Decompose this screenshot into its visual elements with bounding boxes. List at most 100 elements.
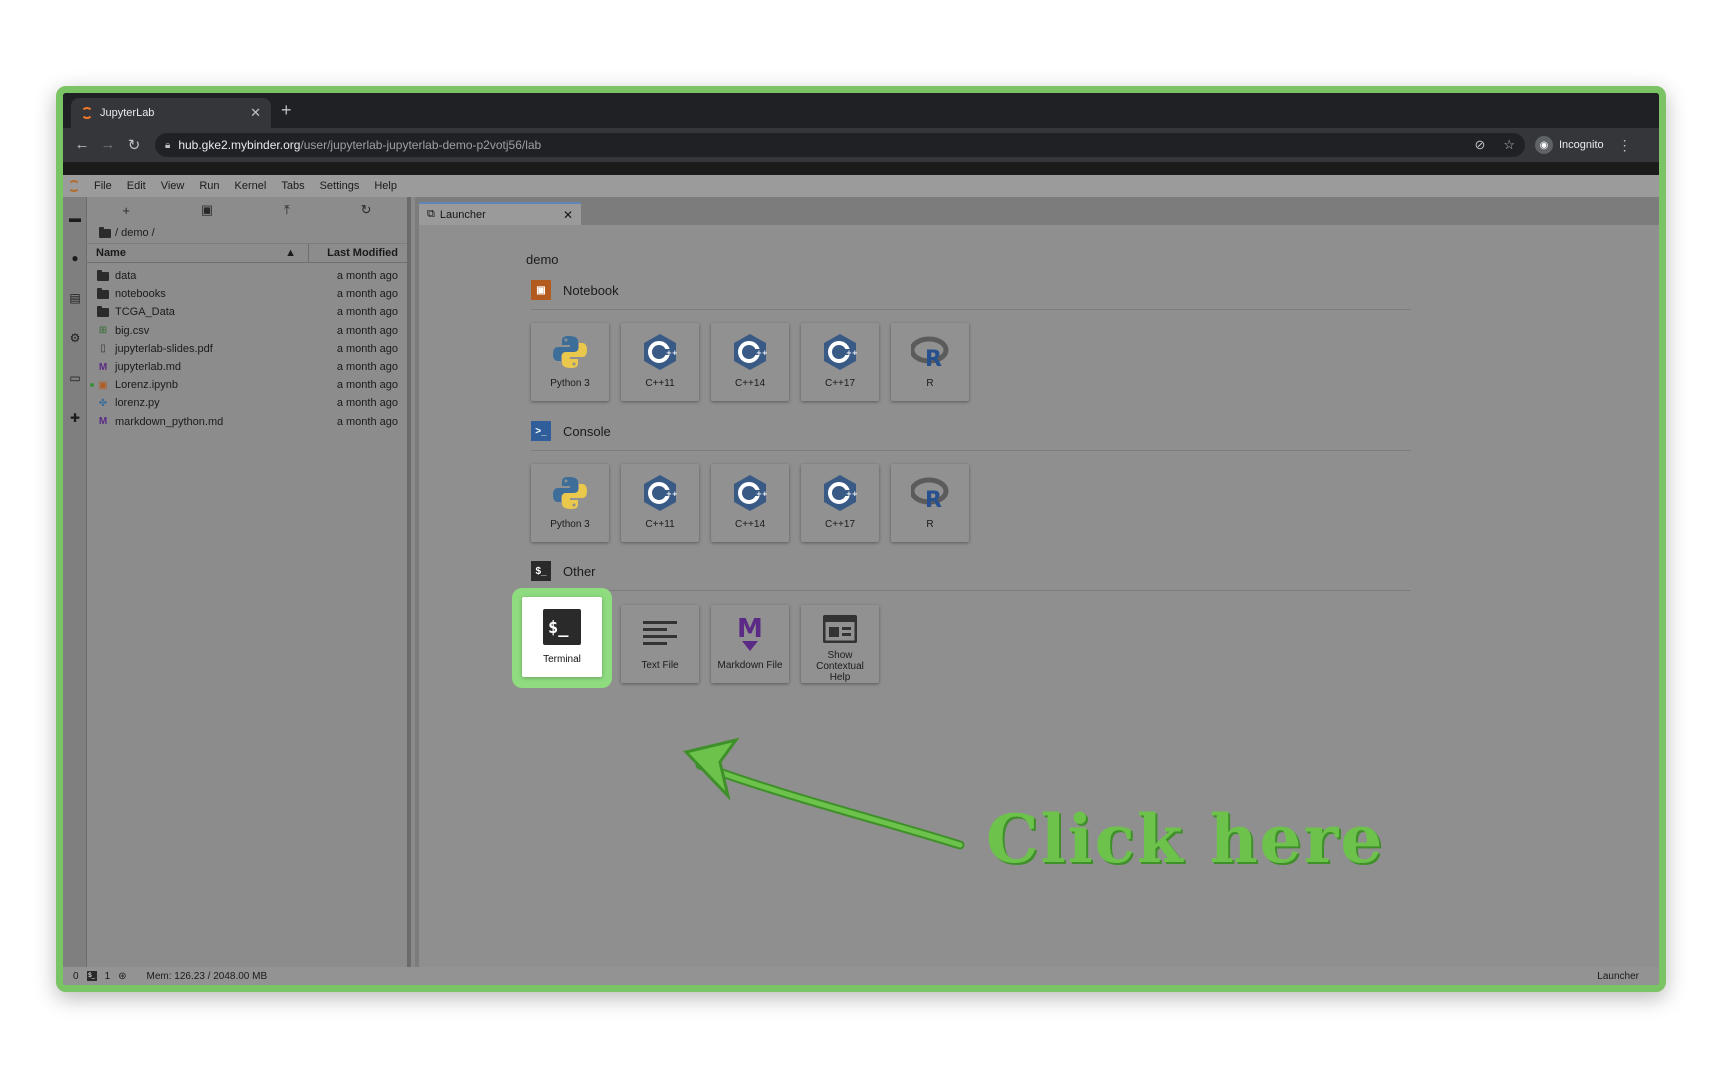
card-label: Python 3 [550, 519, 590, 530]
console-cpp14-card[interactable]: ++ C++14 [711, 464, 789, 542]
notebook-r-card[interactable]: R R [891, 323, 969, 401]
notebook-python3-card[interactable]: Python 3 [531, 323, 609, 401]
svg-text:$_: $_ [548, 618, 569, 638]
console-cpp11-card[interactable]: ++ C++11 [621, 464, 699, 542]
file-modified: a month ago [336, 288, 398, 301]
menu-settings[interactable]: Settings [320, 180, 360, 192]
terminal-card[interactable]: $_ Terminal [522, 597, 602, 677]
menu-view[interactable]: View [161, 180, 185, 192]
new-folder-icon[interactable]: ▣ [201, 202, 213, 218]
memory-usage: Mem: 126.23 / 2048.00 MB [146, 970, 268, 982]
commands-icon[interactable]: ▤ [68, 291, 82, 305]
running-sessions-icon[interactable]: ● [68, 251, 82, 265]
section-notebook-title: Notebook [563, 282, 619, 298]
folder-icon[interactable] [99, 226, 111, 238]
list-item[interactable]: ✤ lorenz.py a month ago [87, 394, 407, 412]
kernel-status-icon: ⊛ [118, 970, 127, 982]
console-icon: >_ [531, 421, 551, 441]
python-logo-icon [550, 473, 590, 513]
svg-text:++: ++ [756, 490, 768, 498]
list-item[interactable]: notebooks a month ago [87, 285, 407, 303]
terminal-icon: $_ [531, 561, 551, 581]
file-list-header: Name ▲ Last Modified [87, 243, 407, 263]
reload-icon[interactable]: ↻ [121, 136, 147, 154]
browser-menu-icon[interactable]: ⋮ [1618, 137, 1632, 154]
close-tab-icon[interactable]: ✕ [250, 105, 261, 121]
list-item[interactable]: data a month ago [87, 267, 407, 285]
markdown-file-card[interactable]: M Markdown File [711, 605, 789, 683]
list-item[interactable]: ▯ jupyterlab-slides.pdf a month ago [87, 340, 407, 358]
close-icon[interactable]: ✕ [563, 208, 573, 222]
address-bar[interactable]: 🔒︎ hub.gke2.mybinder.org/user/jupyterlab… [155, 133, 1525, 157]
status-active-tab: Launcher [1597, 970, 1639, 982]
list-item[interactable]: ▣ Lorenz.ipynb a month ago [87, 376, 407, 394]
file-name: jupyterlab.md [115, 361, 182, 374]
property-inspector-icon[interactable]: ⚙ [68, 331, 82, 345]
notebook-cpp11-card[interactable]: ++ C++11 [621, 323, 699, 401]
svg-text:++: ++ [846, 349, 858, 357]
star-icon[interactable]: ☆ [1503, 137, 1515, 153]
card-label: Show Contextual Help [816, 650, 864, 683]
column-last-modified[interactable]: Last Modified [309, 247, 407, 259]
file-modified: a month ago [336, 397, 398, 410]
notebook-cpp14-card[interactable]: ++ C++14 [711, 323, 789, 401]
tab-launcher[interactable]: ⧉ Launcher ✕ [419, 202, 581, 225]
list-item[interactable]: TCGA_Data a month ago [87, 303, 407, 321]
console-r-card[interactable]: R R [891, 464, 969, 542]
file-name: lorenz.py [115, 397, 160, 410]
incognito-profile[interactable]: ◉ Incognito [1535, 136, 1604, 154]
cpp-logo-icon: ++ [640, 332, 680, 372]
launcher-tab-label: Launcher [439, 208, 486, 221]
forward-icon[interactable]: → [95, 136, 121, 154]
contextual-help-card[interactable]: Show Contextual Help [801, 605, 879, 683]
menu-tabs[interactable]: Tabs [281, 180, 304, 192]
file-list: data a month ago notebooks a month ago T… [87, 263, 407, 431]
new-tab-button[interactable]: + [281, 100, 292, 121]
file-name: big.csv [115, 324, 150, 337]
console-python3-card[interactable]: Python 3 [531, 464, 609, 542]
card-label: C++17 [824, 519, 856, 530]
file-modified: a month ago [336, 342, 398, 355]
browser-tabbar: JupyterLab ✕ + [63, 93, 1659, 128]
terminal-status-icon: $_ [86, 971, 97, 981]
open-tabs-icon[interactable]: ▭ [68, 371, 82, 385]
text-file-card[interactable]: Text File [621, 605, 699, 683]
menu-kernel[interactable]: Kernel [235, 180, 267, 192]
markdown-icon: M [98, 416, 108, 428]
file-name: jupyterlab-slides.pdf [115, 342, 213, 355]
menu-help[interactable]: Help [374, 180, 397, 192]
upload-icon[interactable]: ⤒ [284, 202, 290, 218]
python-icon: ✤ [98, 397, 108, 409]
back-icon[interactable]: ← [69, 136, 95, 154]
list-item[interactable]: M jupyterlab.md a month ago [87, 358, 407, 376]
extensions-icon[interactable]: ✚ [68, 411, 82, 425]
menu-run[interactable]: Run [199, 180, 219, 192]
card-label: C++17 [824, 378, 856, 389]
browser-tab[interactable]: JupyterLab ✕ [71, 98, 271, 128]
svg-text:++: ++ [846, 490, 858, 498]
menubar: File Edit View Run Kernel Tabs Settings … [63, 175, 1659, 197]
notebook-cpp17-card[interactable]: ++ C++17 [801, 323, 879, 401]
lock-icon: 🔒︎ [165, 139, 171, 151]
list-item[interactable]: M markdown_python.md a month ago [87, 413, 407, 431]
markdown-icon: M [730, 614, 770, 654]
svg-text:M: M [737, 615, 763, 644]
breadcrumb-path[interactable]: / demo / [115, 227, 155, 239]
jupyterlab-app: File Edit View Run Kernel Tabs Settings … [63, 175, 1659, 985]
status-terminals-count[interactable]: 0 [73, 971, 79, 982]
cpp-logo-icon: ++ [820, 332, 860, 372]
file-browser-icon[interactable]: ▬ [68, 211, 82, 225]
refresh-icon[interactable]: ↻ [361, 202, 372, 218]
eye-off-icon[interactable]: ⊘ [1474, 137, 1485, 153]
status-kernels-count[interactable]: 1 [105, 971, 111, 982]
divider [531, 450, 1411, 451]
jupyter-favicon-icon [81, 107, 93, 119]
column-name[interactable]: Name ▲ [87, 244, 309, 262]
running-indicator-icon [90, 383, 94, 388]
menu-edit[interactable]: Edit [127, 180, 146, 192]
list-item[interactable]: ⊞ big.csv a month ago [87, 322, 407, 340]
console-cpp17-card[interactable]: ++ C++17 [801, 464, 879, 542]
menu-file[interactable]: File [94, 180, 112, 192]
new-launcher-icon[interactable]: + [122, 203, 130, 218]
file-name: Lorenz.ipynb [115, 379, 178, 392]
